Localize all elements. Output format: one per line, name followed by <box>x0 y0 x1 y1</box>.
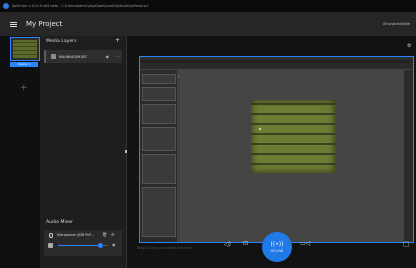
layer-name: MALWINCAM387 <box>59 54 87 59</box>
scenes-panel <box>0 36 40 268</box>
go-live-label: GO LIVE <box>270 249 284 253</box>
video-camera-icon[interactable]: ▭◁ <box>300 240 310 247</box>
media-layers-panel: Media Layers + MALWINCAM387 ◉ ⋯ Audio Mi… <box>40 36 126 268</box>
chat-icon[interactable]: ▢ <box>403 240 410 248</box>
cursor-mark <box>259 128 261 130</box>
preview-canvas[interactable] <box>139 56 414 243</box>
speaker-icon[interactable]: ◁) <box>224 241 231 248</box>
stage-settings-icon[interactable]: ⚙ <box>407 43 411 49</box>
window-titlebar: SplitCam v.10.0.0 x64 beta - C:\Users\Ad… <box>0 0 416 12</box>
eye-icon[interactable]: ◉ <box>106 54 110 59</box>
captured-window-side-panel <box>403 70 413 242</box>
broadcast-icon: ((•)) <box>270 241 284 248</box>
settings-icon[interactable]: ⚙ <box>111 232 115 237</box>
hamburger-icon <box>9 21 17 27</box>
audio-mixer-title: Audio Mixer <box>46 220 74 225</box>
volume-slider-knob[interactable] <box>98 243 103 248</box>
add-layer-icon[interactable]: + <box>115 37 120 44</box>
captured-window-canvas <box>179 70 404 242</box>
audio-device-name: Microphone (USB PnP... <box>57 233 94 237</box>
window-title: SplitCam v.10.0.0 x64 beta - C:\Users\Ad… <box>12 4 149 8</box>
camera-layer-icon <box>51 54 56 59</box>
stage-hint: Drag & Drop your media files here <box>137 246 192 250</box>
brick-texture-image <box>251 100 335 173</box>
captured-window-toolbar <box>140 63 413 78</box>
app-logo-icon <box>3 3 9 9</box>
volume-icon[interactable] <box>48 243 53 248</box>
media-layers-title: Media Layers <box>46 39 77 44</box>
add-scene-icon[interactable]: + <box>20 84 28 93</box>
captured-window-tool-panel <box>140 70 178 242</box>
camera-snapshot-icon[interactable]: ⊡ <box>243 240 248 247</box>
more-icon[interactable]: ⋯ <box>115 54 119 59</box>
layer-item[interactable]: MALWINCAM387 ◉ ⋯ <box>44 50 122 63</box>
microphone-icon <box>49 233 53 238</box>
go-live-button[interactable]: ((•)) GO LIVE <box>262 232 292 262</box>
volume-slider-fill <box>58 245 101 246</box>
volume-slider[interactable] <box>58 243 108 248</box>
project-title[interactable]: My Project <box>26 20 62 28</box>
menu-button[interactable] <box>0 12 26 36</box>
top-bar: My Project Ultrawide/Wide <box>0 12 416 36</box>
delete-icon[interactable]: 🗑 <box>102 232 107 237</box>
scene-thumbnail[interactable] <box>10 37 40 61</box>
audio-device-row: Microphone (USB PnP... 🗑 ⚙ ◉ <box>44 230 122 256</box>
scene-label[interactable]: Scene 1 <box>10 62 38 67</box>
visibility-icon[interactable]: ◉ <box>112 242 116 247</box>
scene-preview-image <box>13 40 37 58</box>
layout-mode-label[interactable]: Ultrawide/Wide <box>383 22 410 26</box>
